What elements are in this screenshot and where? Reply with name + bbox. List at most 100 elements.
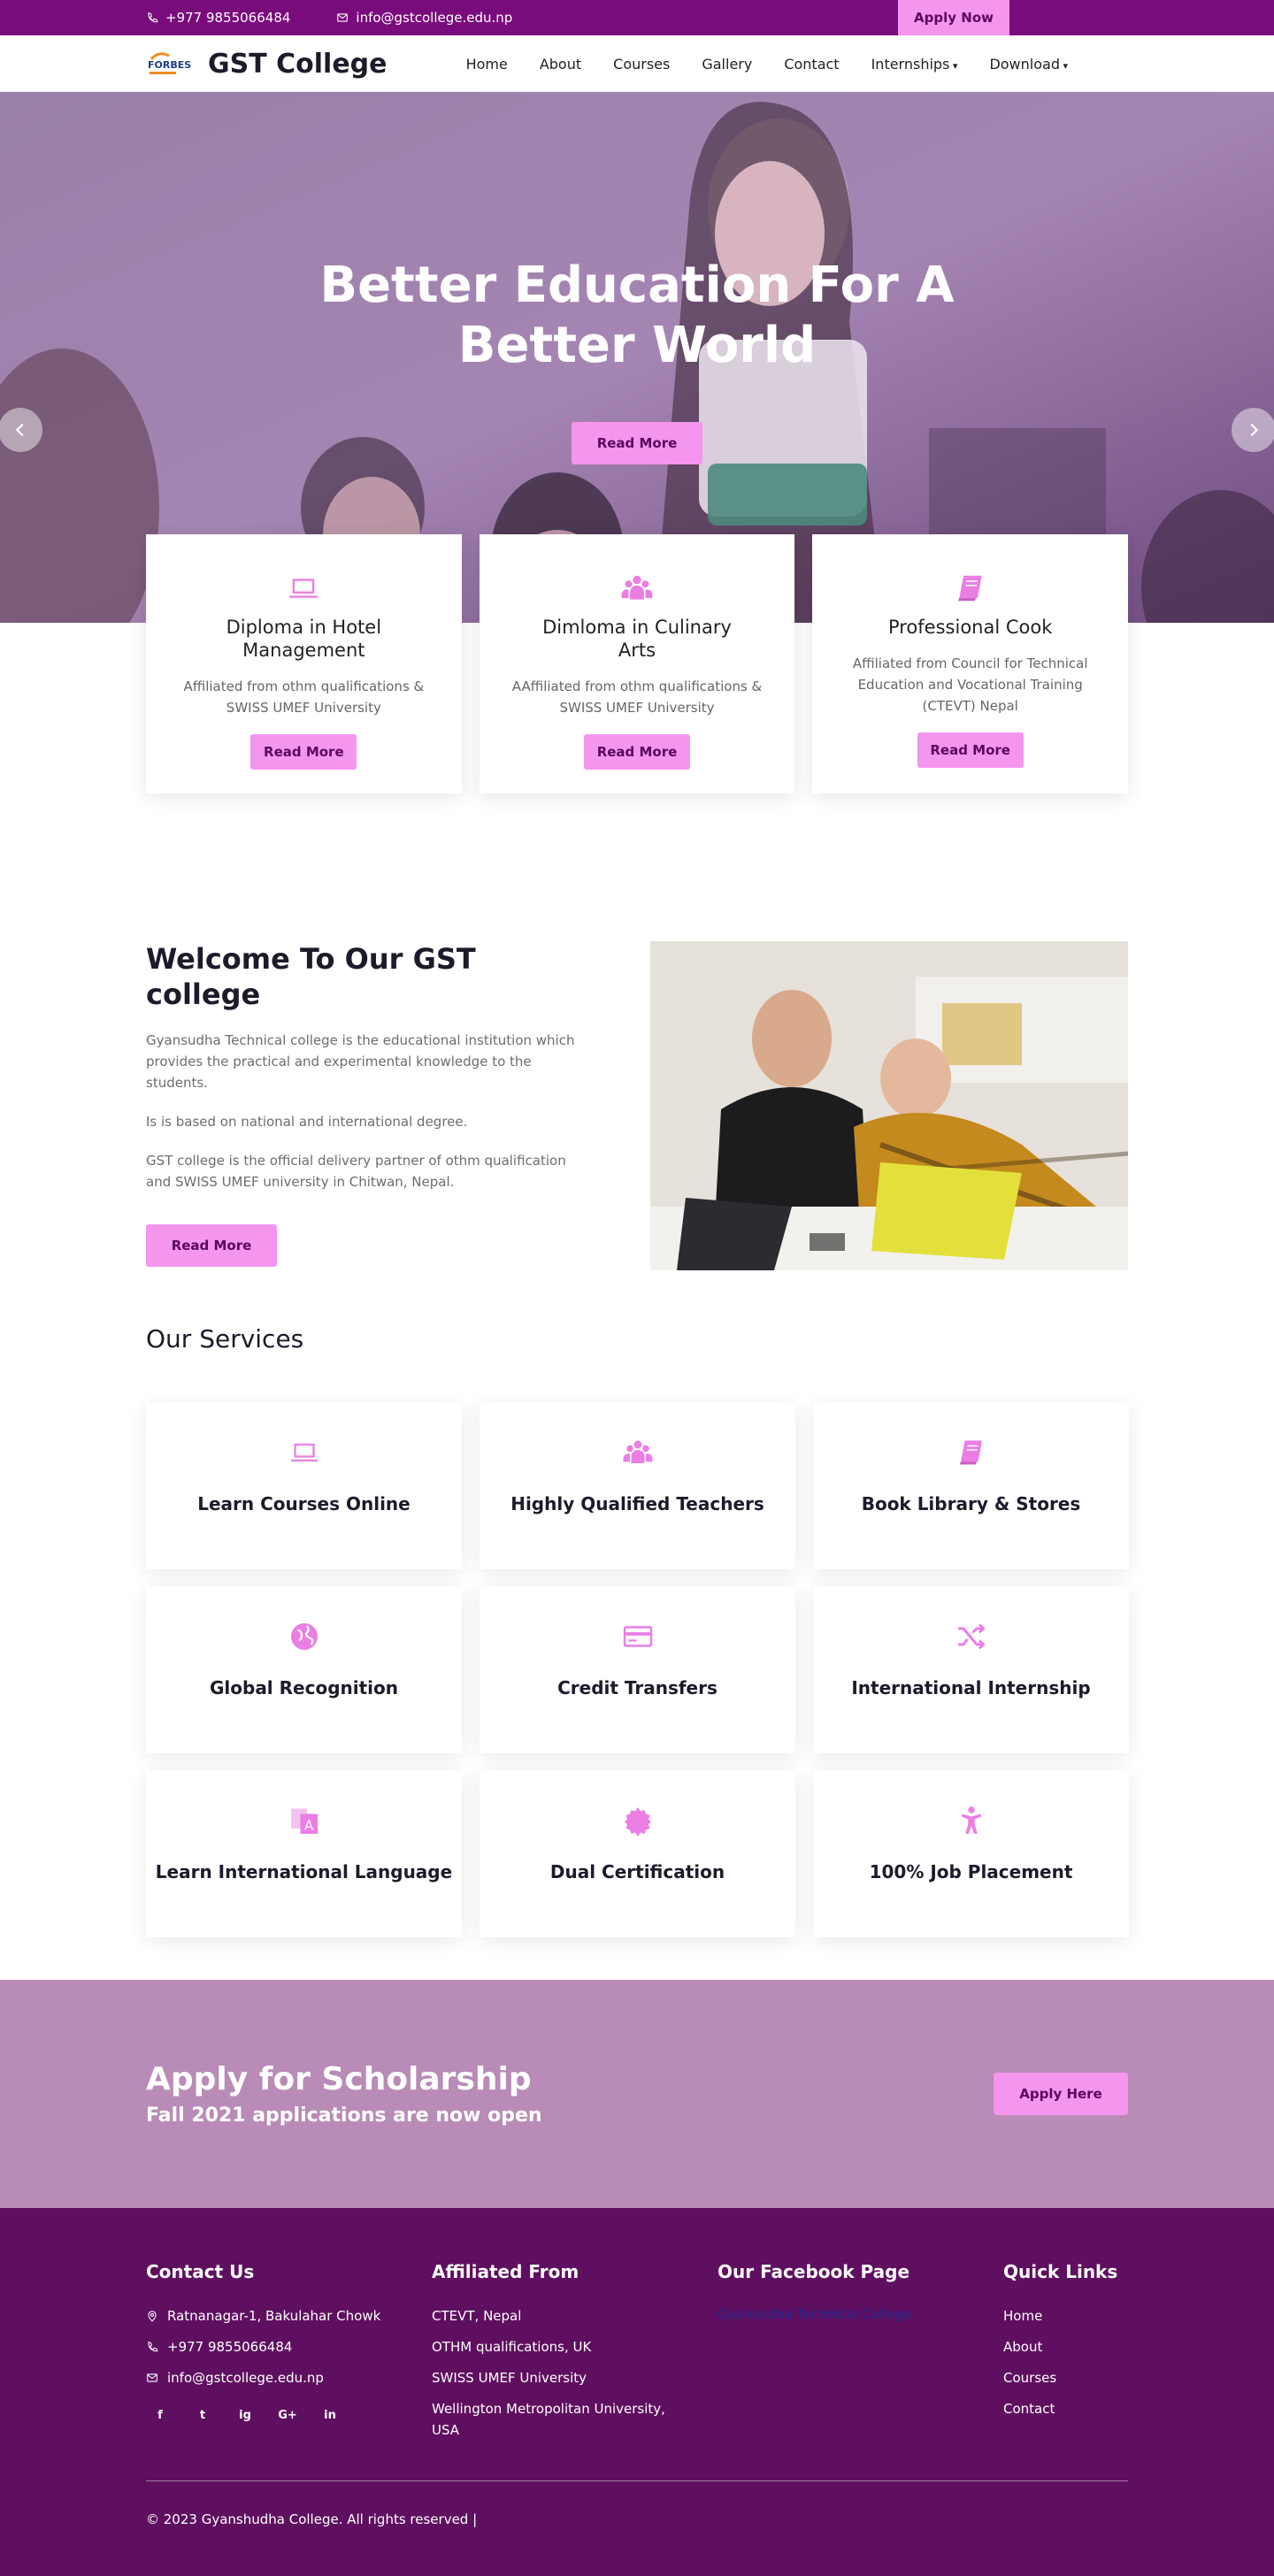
nav-contact[interactable]: Contact <box>784 56 839 73</box>
book-icon <box>959 1440 982 1465</box>
course-read-more-button[interactable]: Read More <box>584 734 690 770</box>
footer-affiliated: Affiliated From CTEVT, Nepal OTHM qualif… <box>432 2261 718 2450</box>
footer-link-about[interactable]: About <box>1003 2336 1128 2358</box>
nav-internships[interactable]: Internships <box>871 56 958 73</box>
service-label: 100% Job Placement <box>869 1861 1073 1882</box>
facebook-page-link[interactable]: Gyansudha Technical College <box>718 2306 911 2322</box>
google-plus-icon[interactable]: G+ <box>273 2401 302 2429</box>
scholarship-subtitle: Fall 2021 applications are now open <box>146 2104 542 2127</box>
welcome-image <box>650 941 1128 1270</box>
services-section: Our Services Learn Courses Online Highly… <box>0 1323 1274 1937</box>
globe-icon <box>290 1623 318 1650</box>
course-card-professional-cook: Professional Cook Affiliated from Counci… <box>812 534 1129 794</box>
main-navbar: FORBES GST College Home About Courses Ga… <box>0 35 1274 92</box>
course-card-title: Diploma in Hotel Management <box>226 617 382 661</box>
service-card: A Learn International Language <box>146 1771 462 1937</box>
service-label: Book Library & Stores <box>861 1493 1081 1514</box>
affiliate-item: OTHM qualifications, UK <box>432 2339 592 2355</box>
linkedin-icon[interactable]: in <box>316 2401 344 2429</box>
welcome-paragraph-3: GST college is the official delivery par… <box>146 1153 566 1190</box>
affiliate-item: Wellington Metropolitan University, USA <box>432 2401 665 2438</box>
footer-email[interactable]: info@gstcollege.edu.np <box>146 2367 432 2388</box>
service-label: Learn Courses Online <box>197 1493 411 1514</box>
brand[interactable]: FORBES GST College <box>146 49 388 80</box>
course-card-hotel-management: Diploma in Hotel Management Affiliated f… <box>146 534 462 794</box>
apply-now-button[interactable]: Apply Now <box>898 0 1009 35</box>
laptop-icon <box>289 579 318 598</box>
service-label: Global Recognition <box>209 1677 398 1698</box>
svg-text:A: A <box>304 1818 314 1834</box>
welcome-text: Welcome To Our GST college Gyansudha Tec… <box>146 941 593 1270</box>
service-card: Learn Courses Online <box>146 1403 462 1569</box>
college-logo: FORBES <box>146 49 199 79</box>
service-label: Credit Transfers <box>557 1677 718 1698</box>
envelope-icon <box>147 2373 157 2382</box>
users-icon <box>621 575 653 600</box>
footer-facebook: Our Facebook Page Gyansudha Technical Co… <box>718 2261 1003 2450</box>
footer-link-contact[interactable]: Contact <box>1003 2398 1128 2419</box>
affiliate-item: SWISS UMEF University <box>432 2370 587 2386</box>
hero-read-more-button[interactable]: Read More <box>572 422 702 464</box>
students-laughing-image <box>650 941 1128 1270</box>
service-card: International Internship <box>813 1587 1129 1753</box>
footer-link-home[interactable]: Home <box>1003 2305 1128 2327</box>
certificate-icon <box>624 1807 651 1836</box>
footer-phone[interactable]: +977 9855066484 <box>146 2336 432 2358</box>
welcome-title: Welcome To Our GST college <box>146 942 476 1011</box>
service-label: International Internship <box>851 1677 1091 1698</box>
nav-menu: Home About Courses Gallery Contact Inter… <box>466 56 1068 73</box>
footer-address-text: Ratnanagar-1, Bakulahar Chowk <box>167 2308 381 2324</box>
logo-text: FORBES <box>148 59 191 71</box>
nav-download[interactable]: Download <box>989 56 1068 73</box>
welcome-section: Welcome To Our GST college Gyansudha Tec… <box>0 941 1274 1323</box>
nav-gallery[interactable]: Gallery <box>702 56 752 73</box>
scholarship-title: Apply for Scholarship <box>146 2061 532 2097</box>
course-card-title: Professional Cook <box>887 617 1053 638</box>
facebook-icon[interactable]: f <box>146 2401 174 2429</box>
map-pin-icon <box>148 2311 157 2322</box>
service-label: Dual Certification <box>549 1861 725 1882</box>
brand-name: GST College <box>208 48 388 80</box>
phone-icon <box>148 12 158 23</box>
instagram-icon[interactable]: ig <box>231 2401 259 2429</box>
service-card: 100% Job Placement <box>813 1771 1129 1937</box>
welcome-read-more-button[interactable]: Read More <box>146 1224 277 1267</box>
course-card-text: AAffiliated from othm qualifications & S… <box>511 678 763 716</box>
language-icon: A <box>290 1808 318 1834</box>
footer-links-title: Quick Links <box>1003 2261 1118 2282</box>
apply-here-button[interactable]: Apply Here <box>994 2073 1128 2115</box>
scholarship-banner: Apply for Scholarship Fall 2021 applicat… <box>0 1980 1274 2208</box>
course-read-more-button[interactable]: Read More <box>250 734 357 770</box>
service-label: Highly Qualified Teachers <box>510 1493 764 1514</box>
hero-title: Better Education For A Better World <box>319 257 955 374</box>
top-bar: +977 9855066484 info@gstcollege.edu.np A… <box>0 0 1274 35</box>
person-icon <box>961 1806 981 1834</box>
users-icon <box>623 1440 652 1463</box>
footer-email-text: info@gstcollege.edu.np <box>167 2370 324 2386</box>
twitter-icon[interactable]: t <box>188 2401 217 2429</box>
service-label: Learn International Language <box>155 1861 453 1882</box>
footer-facebook-title: Our Facebook Page <box>718 2261 910 2282</box>
welcome-paragraph-2: Is is based on national and internationa… <box>146 1114 468 1130</box>
welcome-paragraph-1: Gyansudha Technical college is the educa… <box>146 1032 575 1091</box>
nav-courses[interactable]: Courses <box>613 56 670 73</box>
course-read-more-button[interactable]: Read More <box>917 732 1024 768</box>
site-footer: Contact Us Ratnanagar-1, Bakulahar Chowk… <box>0 2208 1274 2576</box>
shuffle-icon <box>957 1623 986 1650</box>
footer-affiliated-title: Affiliated From <box>432 2261 579 2282</box>
topbar-phone[interactable]: +977 9855066484 <box>146 10 290 26</box>
scholarship-text: Apply for Scholarship Fall 2021 applicat… <box>146 2061 542 2127</box>
service-card: Highly Qualified Teachers <box>480 1403 795 1569</box>
credit-card-icon <box>623 1626 652 1647</box>
nav-home[interactable]: Home <box>466 56 508 73</box>
footer-phone-text: +977 9855066484 <box>167 2339 293 2355</box>
copyright-text: © 2023 Gyanshudha College. All rights re… <box>146 2511 478 2527</box>
nav-about[interactable]: About <box>540 56 581 73</box>
topbar-email-text: info@gstcollege.edu.np <box>356 10 513 26</box>
course-card-text: Affiliated from othm qualifications & SW… <box>183 678 425 716</box>
services-title: Our Services <box>146 1324 304 1353</box>
footer-link-courses[interactable]: Courses <box>1003 2367 1128 2388</box>
service-card: Book Library & Stores <box>813 1403 1129 1569</box>
topbar-email[interactable]: info@gstcollege.edu.np <box>336 10 512 26</box>
hero-content: Better Education For A Better World Read… <box>0 256 1274 464</box>
